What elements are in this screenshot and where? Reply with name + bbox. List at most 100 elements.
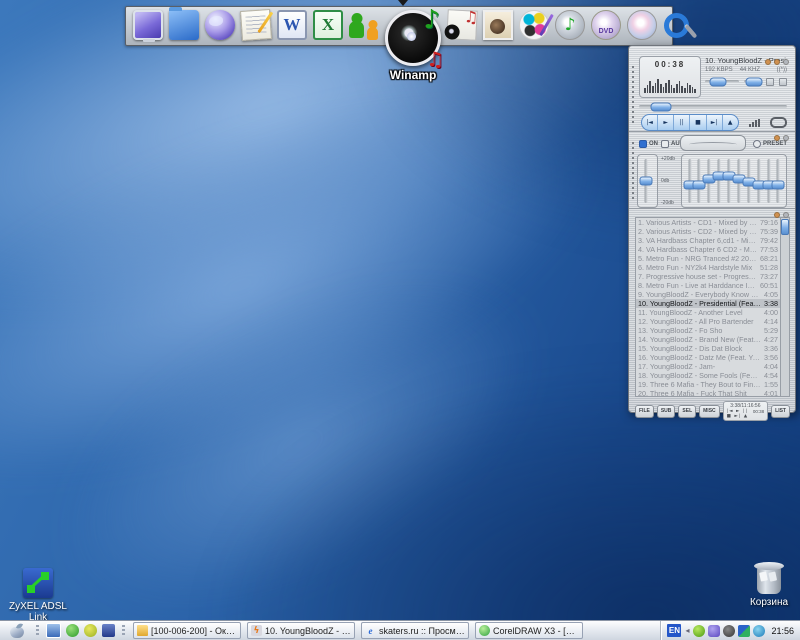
dock-item-folder[interactable] [169, 10, 199, 40]
eq-toggle-button[interactable] [766, 78, 774, 86]
playlist-row[interactable]: 3. VA Hardbass Chapter 6,cd1 - Mixed b..… [636, 236, 780, 245]
dock-item-notepad[interactable] [241, 10, 271, 40]
playlist-toggle-button[interactable] [779, 78, 787, 86]
eq-band-slider-4[interactable] [715, 159, 724, 203]
shuffle-icon[interactable] [749, 119, 760, 127]
desktop-icon-label: Корзина [733, 597, 800, 608]
playlist-row[interactable]: 20. Three 6 Mafia - Fuck That Shit4:01 [636, 389, 780, 397]
dock-item-itunes[interactable] [555, 10, 585, 40]
quicklaunch-show-desktop-icon[interactable] [46, 623, 61, 638]
playlist-row[interactable]: 14. YoungBloodZ - Brand New (Feat. Man..… [636, 335, 780, 344]
eq-band-slider-10[interactable] [774, 159, 783, 203]
tray-msn-icon[interactable] [708, 625, 720, 637]
playlist-row[interactable]: 10. YoungBloodZ - Presidential (Feat. Li… [636, 299, 780, 308]
toolbar-handle[interactable] [36, 625, 39, 637]
start-button[interactable] [0, 621, 34, 640]
toolbar-handle[interactable] [122, 625, 125, 637]
playlist-mini-transport[interactable]: |◄ ► || ■ ►| ▲ [727, 409, 753, 419]
playlist-row[interactable]: 12. YoungBloodZ - All Pro Bartender4:14 [636, 317, 780, 326]
pause-button[interactable]: || [673, 115, 689, 130]
playlist-row[interactable]: 13. YoungBloodZ - Fo Sho5:29 [636, 326, 780, 335]
playlist-row[interactable]: 4. VA Hardbass Chapter 6 CD2 - Mixed b..… [636, 245, 780, 254]
eq-band-sliders[interactable] [681, 154, 787, 208]
playlist-row[interactable]: 1. Various Artists - CD1 - Mixed by Mika… [636, 218, 780, 227]
quicklaunch-mail-icon[interactable] [102, 624, 115, 637]
dock-item-paint[interactable] [519, 10, 549, 40]
taskbar-task-corel[interactable]: CorelDRAW X3 - [Grap... [475, 622, 583, 639]
playlist-row[interactable]: 8. Metro Fun - Live at Harddance Invasio… [636, 281, 780, 290]
desktop-icon-zyxel-adsl-link[interactable]: ZyXEL ADSL Link [2, 568, 74, 623]
dock-item-cd[interactable] [627, 10, 657, 40]
tray-icq-icon[interactable] [693, 625, 705, 637]
transport-controls[interactable]: |◄►||■►|▲ [641, 114, 739, 131]
window-control-dots[interactable] [774, 212, 789, 218]
playlist-sub-button[interactable]: SUB [657, 405, 676, 418]
tray-volume-icon[interactable] [723, 625, 735, 637]
desktop-icon-recycle-bin[interactable]: Корзина [733, 566, 800, 608]
dock-item-photo-viewer[interactable] [483, 10, 513, 40]
dock-item-browser[interactable] [205, 10, 235, 40]
volume-thumb[interactable] [709, 77, 726, 86]
tray-qip-icon[interactable] [753, 625, 765, 637]
playlist-row[interactable]: 18. YoungBloodZ - Some Fools (Feat. T.i.… [636, 371, 780, 380]
seek-bar[interactable] [639, 102, 787, 111]
dock-item-excel[interactable] [313, 10, 343, 40]
playlist-row[interactable]: 6. Metro Fun - NY2k4 Hardstyle Mix51:28 [636, 263, 780, 272]
playlist-row[interactable]: 11. YoungBloodZ - Another Level4:00 [636, 308, 780, 317]
taskbar-task-ie[interactable]: eskaters.ru :: Просмот... [361, 622, 469, 639]
playlist-row[interactable]: 17. YoungBloodZ - Jam-4:04 [636, 362, 780, 371]
preamp-slider-box[interactable] [637, 154, 658, 208]
preamp-thumb[interactable] [639, 177, 652, 186]
playlist-row[interactable]: 7. Progressive house set - Progressive h… [636, 272, 780, 281]
taskbar-task-folder[interactable]: [100-006-200] - Окно ... [133, 622, 241, 639]
dock-item-utility[interactable] [663, 10, 693, 40]
eq-on-toggle[interactable]: ON [639, 140, 658, 148]
window-control-dots[interactable] [774, 135, 789, 141]
eject-button[interactable]: ▲ [722, 115, 738, 130]
playlist-sel-button[interactable]: SEL [678, 405, 696, 418]
repeat-icon[interactable] [770, 117, 787, 128]
playlist-scrollbar[interactable] [780, 217, 790, 397]
playlist-misc-button[interactable]: MISC [699, 405, 720, 418]
tray-chevron-icon[interactable]: ◂ [685, 626, 689, 635]
preamp-slider[interactable] [641, 159, 650, 203]
tray-display-icon[interactable] [738, 625, 750, 637]
dock-item-dvd[interactable] [591, 10, 621, 40]
application-dock[interactable]: Winamp♪♫ [125, 6, 673, 46]
quicklaunch-icq-icon[interactable] [84, 624, 97, 637]
eq-band-slider-3[interactable] [705, 159, 714, 203]
previous-button[interactable]: |◄ [642, 115, 657, 130]
seek-thumb[interactable] [651, 102, 672, 111]
balance-slider[interactable] [744, 77, 761, 86]
dock-item-music-editor[interactable] [447, 10, 477, 40]
dock-item-my-computer[interactable] [133, 10, 163, 40]
eq-auto-checkbox[interactable] [661, 140, 669, 148]
playlist-track-title: 9. YoungBloodZ - Everybody Know Me [638, 290, 761, 299]
playlist-row[interactable]: 2. Various Artists - CD2 - Mixed by Mika… [636, 227, 780, 236]
next-button[interactable]: ►| [706, 115, 722, 130]
quicklaunch-browser-icon[interactable] [66, 624, 79, 637]
playlist-list-button[interactable]: LIST [771, 405, 790, 418]
dock-item-messenger[interactable] [349, 10, 379, 40]
playlist-track-list[interactable]: 1. Various Artists - CD1 - Mixed by Mika… [635, 217, 780, 397]
balance-thumb[interactable] [745, 77, 762, 86]
playlist-file-button[interactable]: FILE [635, 405, 654, 418]
playlist-row[interactable]: 15. YoungBloodZ - Dis Dat Block3:36 [636, 344, 780, 353]
playlist-row[interactable]: 19. Three 6 Mafia - They Bout to Find Yo… [636, 380, 780, 389]
playlist-row[interactable]: 16. YoungBloodZ - Datz Me (Feat. Young .… [636, 353, 780, 362]
stop-button[interactable]: ■ [689, 115, 705, 130]
playlist-scrollbar-thumb[interactable] [781, 219, 789, 235]
dock-item-winamp[interactable]: Winamp♪♫ [385, 10, 441, 66]
eq-preset-radio[interactable] [753, 140, 761, 148]
language-indicator[interactable]: EN [667, 624, 681, 637]
winamp-window[interactable]: 00:38 10. YoungBloodZ - Presidential 192… [628, 45, 796, 413]
window-control-dots[interactable] [765, 59, 789, 65]
playlist-row[interactable]: 5. Metro Fun - NRG Tranced #2 2006 Mix68… [636, 254, 780, 263]
eq-band-thumb[interactable] [772, 180, 785, 189]
play-button[interactable]: ► [657, 115, 673, 130]
volume-slider[interactable] [705, 77, 739, 86]
taskbar-task-winamp[interactable]: ϟ10. YoungBloodZ - Pre... [247, 622, 355, 639]
eq-on-checkbox[interactable] [639, 140, 647, 148]
playlist-row[interactable]: 9. YoungBloodZ - Everybody Know Me4:05 [636, 290, 780, 299]
dock-item-word[interactable] [277, 10, 307, 40]
